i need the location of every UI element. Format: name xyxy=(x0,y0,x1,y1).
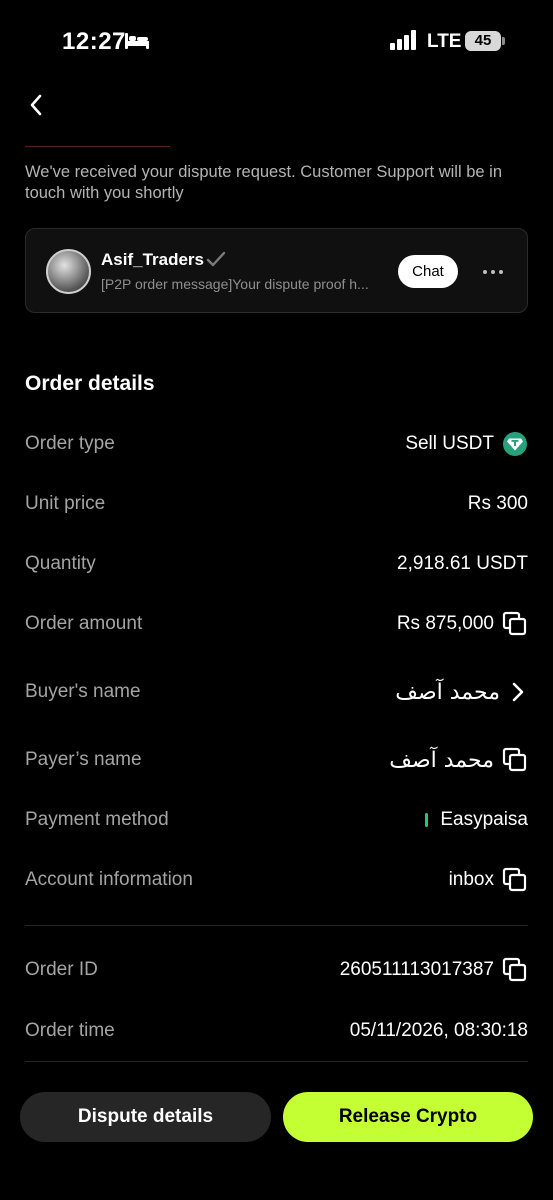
payment-method-value: Easypaisa xyxy=(440,809,528,830)
order-type-value: Sell USDT xyxy=(405,433,494,454)
order-amount-row: Order amount Rs 875,000 xyxy=(25,609,528,639)
order-time-label: Order time xyxy=(25,1020,115,1041)
account-information-row: Account information inbox xyxy=(25,865,528,895)
account-information-value: inbox xyxy=(448,869,494,890)
buyer-name-label: Buyer's name xyxy=(25,681,141,702)
chat-preview: [P2P order message]Your dispute proof h.… xyxy=(101,276,369,292)
quantity-row: Quantity 2,918.61 USDT xyxy=(25,549,528,579)
order-id-label: Order ID xyxy=(25,959,98,980)
chat-card[interactable]: Asif_Traders [P2P order message]Your dis… xyxy=(25,228,528,313)
buyer-name-row[interactable]: Buyer's name محمد آصف xyxy=(25,677,528,707)
copy-icon[interactable] xyxy=(502,611,528,637)
avatar[interactable] xyxy=(46,249,91,294)
battery-tip xyxy=(502,37,505,45)
order-amount-value: Rs 875,000 xyxy=(396,613,494,634)
dispute-details-button[interactable]: Dispute details xyxy=(20,1092,271,1142)
payer-name-value: محمد آصف xyxy=(389,747,494,773)
usdt-icon xyxy=(503,432,527,456)
sleep-focus-icon xyxy=(125,33,149,49)
unit-price-label: Unit price xyxy=(25,493,106,514)
more-options-icon[interactable] xyxy=(482,262,504,282)
copy-icon[interactable] xyxy=(502,957,528,983)
payer-name-label: Payer’s name xyxy=(25,749,142,770)
buyer-name-value: محمد آصف xyxy=(395,679,500,705)
status-time: 12:27 xyxy=(62,28,126,55)
verified-check-icon xyxy=(206,251,226,267)
account-information-label: Account information xyxy=(25,869,193,890)
order-time-value: 05/11/2026, 08:30:18 xyxy=(349,1020,528,1041)
unit-price-value: Rs 300 xyxy=(467,493,528,514)
trader-name: Asif_Traders xyxy=(101,250,204,269)
unit-price-row: Unit price Rs 300 xyxy=(25,489,528,519)
payment-method-label: Payment method xyxy=(25,809,169,830)
payment-method-marker xyxy=(425,813,429,827)
copy-icon[interactable] xyxy=(502,867,528,893)
order-type-label: Order type xyxy=(25,433,115,454)
chevron-right-icon[interactable] xyxy=(508,680,528,704)
payment-method-row: Payment method Easypaisa xyxy=(25,805,528,835)
order-type-row: Order type Sell USDT xyxy=(25,429,528,459)
payer-name-row: Payer’s name محمد آصف xyxy=(25,745,528,775)
divider xyxy=(25,925,528,926)
chevron-left-icon xyxy=(30,94,42,116)
battery-level: 45 xyxy=(465,31,501,51)
network-type: LTE xyxy=(427,31,462,52)
header-underline xyxy=(25,146,170,147)
order-amount-label: Order amount xyxy=(25,613,143,634)
chat-button[interactable]: Chat xyxy=(398,255,458,288)
copy-icon[interactable] xyxy=(502,747,528,773)
quantity-value: 2,918.61 USDT xyxy=(397,553,528,574)
divider xyxy=(25,1061,528,1062)
signal-icon xyxy=(390,30,416,50)
order-time-row: Order time 05/11/2026, 08:30:18 xyxy=(25,1016,528,1046)
order-id-row: Order ID 260511113017387 xyxy=(25,955,528,985)
order-details-title: Order details xyxy=(25,372,155,395)
release-crypto-button[interactable]: Release Crypto xyxy=(283,1092,533,1142)
back-button[interactable] xyxy=(22,90,50,120)
trader-name-row: Asif_Traders xyxy=(101,250,226,270)
order-id-value: 260511113017387 xyxy=(339,959,494,980)
status-bar: 12:27 LTE 45 xyxy=(0,0,553,84)
quantity-label: Quantity xyxy=(25,553,96,574)
dispute-status-message: We've received your dispute request. Cus… xyxy=(25,163,502,202)
